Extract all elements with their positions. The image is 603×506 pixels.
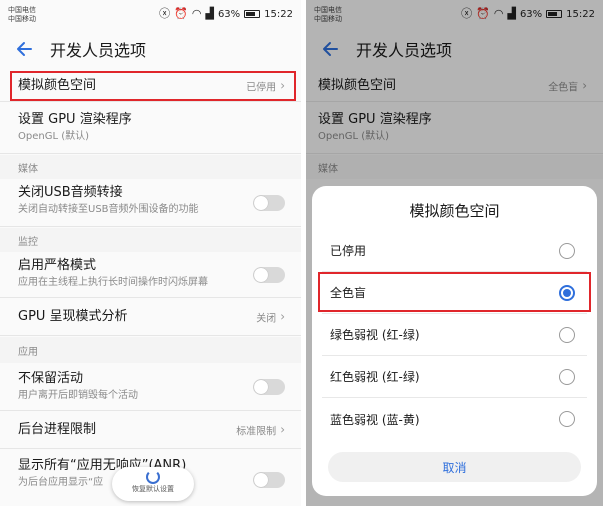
gpu-profile-value: 关闭 (256, 313, 277, 324)
restore-defaults-label: 恢复默认设置 (132, 485, 174, 493)
dont-keep-toggle[interactable] (253, 378, 285, 395)
dont-keep-label: 不保留活动 (18, 371, 84, 386)
carrier-label-1: 中国电信 (8, 6, 36, 14)
battery-percent: 63% (217, 8, 241, 20)
option-label: 蓝色弱视 (蓝-黄) (330, 412, 420, 427)
radio-icon[interactable] (559, 242, 575, 259)
right-screen: 中国电信 中国移动 ⓧ ⏰ ◠ ▟ 63% 15:22 开发人员选项 模拟颜色空… (306, 0, 603, 506)
usb-audio-item[interactable]: 关闭USB音频转接 关闭自动转接至USB音频外围设备的功能 (0, 179, 301, 227)
battery-icon (244, 10, 261, 18)
gpu-renderer-sub: OpenGL (默认) (18, 131, 90, 142)
highlight-box (318, 272, 591, 312)
signal-icon: ▟ (205, 7, 214, 20)
option-label: 绿色弱视 (红-绿) (330, 328, 420, 342)
radio-icon[interactable] (559, 326, 575, 343)
option-deuteranomaly[interactable]: 绿色弱视 (红-绿) (322, 314, 587, 356)
page-title: 开发人员选项 (50, 41, 147, 60)
cancel-button[interactable]: 取消 (328, 452, 581, 482)
option-protanomaly[interactable]: 红色弱视 (红-绿) (322, 356, 587, 398)
section-apps: 应用 (0, 337, 301, 363)
chevron-right-icon: › (280, 309, 285, 324)
option-label: 已停用 (330, 244, 367, 258)
gpu-profile-item[interactable]: GPU 呈现模式分析 关闭 › (0, 298, 301, 336)
option-disabled[interactable]: 已停用 (322, 230, 587, 272)
option-tritanomaly[interactable]: 蓝色弱视 (蓝-黄) (322, 398, 587, 440)
bg-limit-value: 标准限制 (236, 426, 277, 437)
anr-toggle[interactable] (253, 472, 285, 488)
wifi-icon: ◠ (191, 7, 202, 20)
gpu-profile-label: GPU 呈现模式分析 (18, 309, 128, 324)
usb-audio-sub: 关闭自动转接至USB音频外围设备的功能 (18, 204, 199, 215)
gpu-renderer-item[interactable]: 设置 GPU 渲染程序 OpenGL (默认) (0, 104, 301, 154)
restore-icon (146, 470, 160, 484)
alarm-icon: ⏰ (174, 7, 188, 20)
strict-mode-label: 启用严格模式 (18, 258, 97, 273)
back-arrow-icon[interactable] (14, 39, 34, 59)
dialog-title: 模拟颜色空间 (409, 202, 500, 220)
restore-defaults-button[interactable]: 恢复默认设置 (112, 467, 194, 501)
dont-keep-item[interactable]: 不保留活动 用户离开后即销毁每个活动 (0, 363, 301, 411)
highlight-box (10, 71, 296, 101)
gpu-renderer-label: 设置 GPU 渲染程序 (18, 112, 132, 127)
left-screen: 中国电信 中国移动 ⓧ ⏰ ◠ ▟ 63% 15:22 开发人员选项 模拟颜色空… (0, 0, 301, 506)
clock: 15:22 (264, 8, 293, 20)
strict-mode-sub: 应用在主线程上执行长时间操作时闪烁屏幕 (18, 277, 208, 288)
strict-mode-item[interactable]: 启用严格模式 应用在主线程上执行长时间操作时闪烁屏幕 (0, 252, 301, 298)
color-space-dialog: 模拟颜色空间 已停用 全色盲 绿色弱视 (红-绿) 红色弱视 (红-绿) 蓝色弱… (312, 186, 597, 496)
app-bar: 开发人员选项 (0, 30, 301, 68)
section-media: 媒体 (0, 155, 301, 179)
strict-mode-toggle[interactable] (253, 266, 285, 283)
bg-limit-item[interactable]: 后台进程限制 标准限制 › (0, 411, 301, 449)
usb-audio-label: 关闭USB音频转接 (18, 185, 123, 200)
option-label: 红色弱视 (红-绿) (330, 370, 420, 384)
radio-icon[interactable] (559, 411, 575, 427)
section-monitor: 监控 (0, 228, 301, 252)
radio-icon[interactable] (559, 368, 575, 385)
mute-icon: ⓧ (159, 7, 171, 20)
usb-audio-toggle[interactable] (253, 194, 285, 211)
status-bar: 中国电信 中国移动 ⓧ ⏰ ◠ ▟ 63% 15:22 (0, 0, 301, 30)
chevron-right-icon: › (280, 422, 285, 437)
carrier-label-2: 中国移动 (8, 15, 36, 23)
dont-keep-sub: 用户离开后即销毁每个活动 (18, 390, 138, 401)
